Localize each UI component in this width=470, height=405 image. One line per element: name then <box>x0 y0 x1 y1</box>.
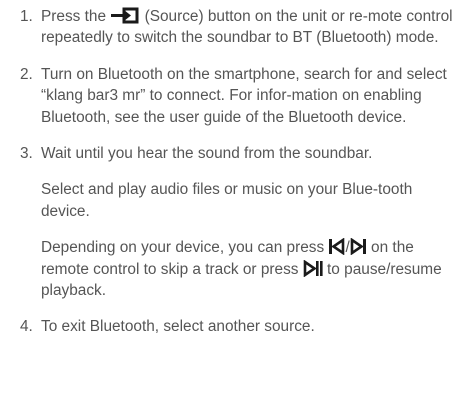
step-text: Turn on Bluetooth on the smartphone, sea… <box>41 65 447 126</box>
step-text-play: Select and play audio files or music on … <box>41 181 413 220</box>
source-input-icon <box>110 7 140 24</box>
step-number: 3. <box>20 145 33 163</box>
step-4: 4. To exit Bluetooth, select another sou… <box>0 316 470 337</box>
step-3: 3. Wait until you hear the sound from th… <box>0 143 470 301</box>
step-number: 4. <box>20 318 33 336</box>
instruction-list: 1. Press the (Source) button on the unit… <box>0 6 470 338</box>
step-text: To exit Bluetooth, select another source… <box>41 318 315 336</box>
step-1: 1. Press the (Source) button on the unit… <box>0 6 470 49</box>
skip-previous-icon <box>328 238 345 256</box>
step-number: 2. <box>20 65 33 83</box>
step-text-controls: Depending on your device, you can press … <box>41 238 442 300</box>
step-text: Press the (Source) button on the unit or… <box>41 7 453 47</box>
step-2: 2. Turn on Bluetooth on the smartphone, … <box>0 64 470 128</box>
play-pause-icon <box>303 259 323 277</box>
step-text: Wait until you hear the sound from the s… <box>41 145 373 163</box>
step-number: 1. <box>20 8 33 25</box>
skip-next-icon <box>350 238 367 256</box>
